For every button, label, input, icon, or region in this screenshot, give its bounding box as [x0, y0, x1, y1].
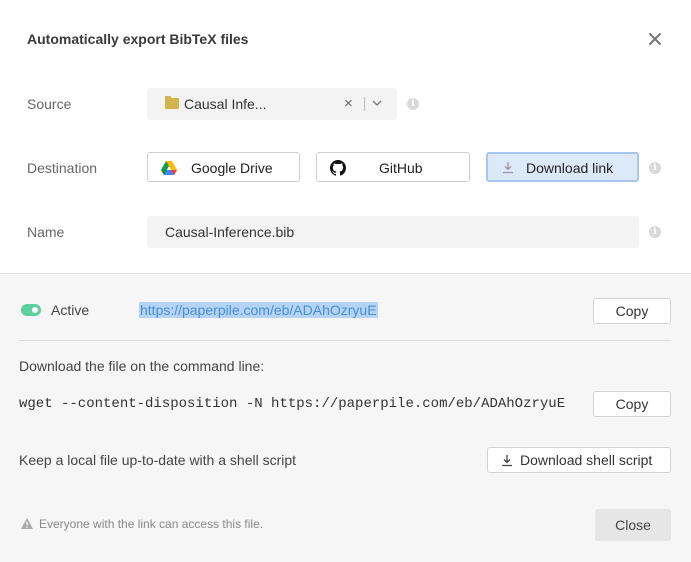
- dialog-title: Automatically export BibTeX files: [27, 31, 249, 47]
- name-input[interactable]: Causal-Inference.bib: [147, 216, 639, 248]
- divider: [19, 340, 671, 341]
- google-drive-icon: [161, 161, 177, 175]
- name-label: Name: [27, 224, 65, 240]
- download-link-label: Download link: [526, 160, 614, 176]
- download-icon: [502, 455, 512, 467]
- dialog-top-section: Automatically export BibTeX files Source…: [0, 0, 691, 273]
- close-icon[interactable]: [646, 30, 664, 48]
- active-label: Active: [51, 302, 90, 318]
- destination-label: Destination: [27, 160, 98, 176]
- chevron-down-icon[interactable]: [372, 99, 382, 107]
- clear-icon[interactable]: ×: [344, 95, 353, 112]
- download-shell-script-button[interactable]: Download shell script: [487, 447, 671, 473]
- name-value: Causal-Inference.bib: [165, 224, 295, 240]
- command-line-description: Download the file on the command line:: [19, 358, 265, 374]
- copy-command-button[interactable]: Copy: [593, 391, 671, 417]
- warning-icon: [21, 518, 33, 529]
- destination-github-button[interactable]: GitHub: [316, 152, 470, 182]
- active-toggle[interactable]: [21, 304, 41, 316]
- folder-icon: [165, 96, 179, 109]
- source-info-icon[interactable]: i: [407, 98, 419, 110]
- select-separator: [364, 97, 365, 111]
- wget-command: wget --content-disposition -N https://pa…: [19, 396, 566, 412]
- source-label: Source: [27, 96, 72, 112]
- google-drive-label: Google Drive: [191, 160, 273, 176]
- destination-info-icon[interactable]: i: [649, 162, 661, 174]
- access-warning: Everyone with the link can access this f…: [39, 517, 264, 531]
- download-shell-script-label: Download shell script: [520, 452, 653, 468]
- source-select[interactable]: Causal Infe... ×: [147, 88, 397, 120]
- export-url-link[interactable]: https://paperpile.com/eb/ADAhOzryuE: [139, 302, 378, 318]
- source-value: Causal Infe...: [184, 96, 267, 112]
- github-icon: [330, 160, 346, 176]
- name-info-icon[interactable]: i: [649, 226, 661, 238]
- download-icon: [503, 162, 513, 174]
- copy-url-button[interactable]: Copy: [593, 298, 671, 324]
- shell-script-description: Keep a local file up-to-date with a shel…: [19, 452, 297, 468]
- github-label: GitHub: [379, 160, 423, 176]
- destination-download-link-button[interactable]: Download link: [486, 152, 639, 182]
- close-button[interactable]: Close: [595, 509, 671, 541]
- destination-google-drive-button[interactable]: Google Drive: [147, 152, 300, 182]
